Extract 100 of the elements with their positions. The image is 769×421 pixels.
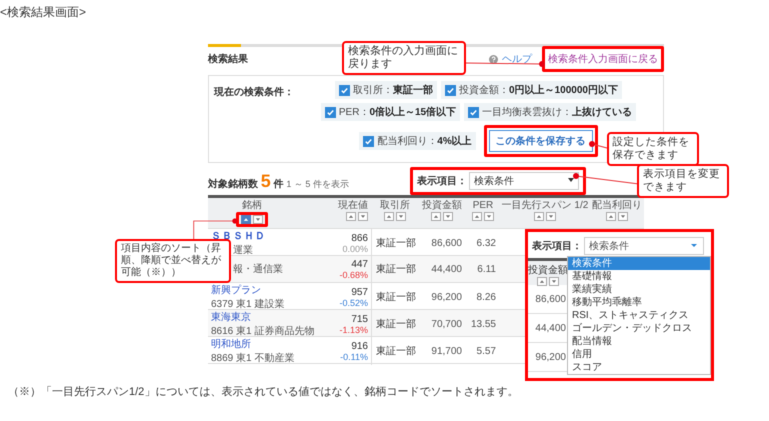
stock-info: 8869 東1 不動産業 bbox=[211, 352, 294, 365]
dropdown-option[interactable]: 配当情報 bbox=[568, 335, 710, 348]
price-change: -0.52% bbox=[339, 298, 368, 308]
checkmark-icon bbox=[446, 86, 456, 94]
sort-ascending-button[interactable] bbox=[346, 212, 356, 221]
table-cell-text: 東証一部 bbox=[376, 318, 416, 331]
display-items-label: 表示項目： bbox=[417, 174, 467, 188]
sort-descending-button[interactable] bbox=[358, 212, 368, 221]
sort-descending-button[interactable] bbox=[443, 212, 453, 221]
help-icon bbox=[489, 54, 498, 64]
sort-descending-button[interactable] bbox=[253, 215, 263, 224]
condition-text: 一目均衡表雲抜け：上抜けている bbox=[482, 106, 632, 119]
price-change: -0.11% bbox=[340, 352, 368, 362]
table-cell-text: 東証一部 bbox=[376, 262, 416, 276]
checkbox[interactable] bbox=[468, 106, 480, 118]
sort-ascending-button[interactable] bbox=[472, 212, 482, 221]
sort-ascending-button[interactable] bbox=[606, 212, 616, 221]
help-link[interactable]: ヘルプ bbox=[502, 52, 532, 66]
table-cell: 96,200 bbox=[431, 292, 462, 302]
dropdown-option[interactable]: ゴールデン・デッドクロス bbox=[568, 322, 710, 335]
stock-name-link[interactable]: 明和地所 bbox=[211, 337, 251, 351]
checkbox[interactable] bbox=[324, 106, 336, 118]
sort-descending-button[interactable] bbox=[396, 212, 406, 221]
stock-info: 運業 bbox=[233, 244, 253, 257]
sort-up-icon bbox=[607, 213, 615, 220]
sort-down-icon bbox=[444, 213, 452, 220]
table-cell: 44,400 bbox=[431, 264, 462, 274]
table-cell: 91,700 bbox=[431, 346, 462, 356]
save-conditions-button[interactable]: この条件を保存する bbox=[488, 130, 593, 152]
sort-ascending-button[interactable] bbox=[384, 212, 394, 221]
callout: 表示項目を変更できます bbox=[637, 164, 729, 198]
table-cell: 44,400 bbox=[535, 322, 566, 334]
table-cell-text: 東証一部 bbox=[376, 236, 416, 250]
back-link[interactable]: 検索条件入力画面に戻る bbox=[548, 52, 658, 66]
sort-up-icon bbox=[535, 213, 543, 220]
sort-down-icon bbox=[254, 216, 262, 223]
footnote: （※）「一目先行スパン1/2」については、表示されている値ではなく、銘柄コードでソートされます。 bbox=[8, 385, 518, 399]
price-change: -1.13% bbox=[339, 324, 368, 334]
table-cell: 70,700 bbox=[431, 318, 462, 330]
sort-up-icon bbox=[473, 213, 481, 220]
column-header: 現在値 bbox=[338, 200, 368, 212]
checkmark-icon bbox=[364, 136, 374, 146]
conditions-label: 現在の検索条件： bbox=[214, 86, 294, 99]
stock-info: 8616 東1 証券商品先物 bbox=[211, 324, 314, 338]
dropdown-option[interactable]: 移動平均乖離率 bbox=[568, 296, 710, 309]
sort-descending-button[interactable] bbox=[549, 277, 559, 286]
sort-descending-button[interactable] bbox=[484, 212, 494, 221]
table-cell: 86,600 bbox=[535, 294, 566, 304]
display-items-select[interactable]: 検索条件 bbox=[584, 237, 704, 255]
page-heading: <検索結果画面> bbox=[0, 4, 86, 21]
stock-info: 6379 東1 建設業 bbox=[211, 298, 284, 311]
price-cell: 916 bbox=[351, 340, 368, 352]
panel-title: 検索結果 bbox=[208, 52, 248, 66]
column-header: 配当利回り bbox=[592, 200, 642, 212]
stock-info: 報・通信業 bbox=[233, 262, 283, 276]
table-cell: 13.55 bbox=[470, 318, 496, 330]
leader-line bbox=[588, 141, 607, 151]
stock-name-link[interactable]: 新興プラン bbox=[211, 283, 261, 297]
sort-up-icon bbox=[432, 213, 440, 220]
table-cell: 96,200 bbox=[535, 352, 566, 362]
table-cell: 8.26 bbox=[476, 292, 496, 302]
condition-text: 配当利回り：4%以上 bbox=[377, 134, 472, 148]
dropdown-option[interactable]: スコア bbox=[568, 361, 710, 374]
checkbox[interactable] bbox=[339, 84, 350, 96]
display-items-select[interactable]: 検索条件 bbox=[469, 172, 579, 190]
price-cell: 447 bbox=[351, 258, 368, 270]
column-header: 投資金額 bbox=[422, 200, 462, 212]
sort-up-icon bbox=[347, 213, 355, 220]
column-header: 投資金額 bbox=[528, 264, 568, 277]
sort-descending-button[interactable] bbox=[546, 212, 556, 221]
column-header: 取引所 bbox=[380, 200, 410, 212]
table-cell-text: 東証一部 bbox=[376, 290, 416, 304]
condition-text: 取引所：東証一部 bbox=[353, 84, 434, 97]
dropdown-option[interactable]: RSI、ストキャスティクス bbox=[568, 309, 710, 322]
sort-down-icon bbox=[485, 213, 493, 220]
sort-down-icon bbox=[359, 213, 367, 220]
column-header: PER bbox=[472, 200, 494, 212]
dropdown-option[interactable]: 業績実績 bbox=[568, 283, 710, 296]
sort-down-icon bbox=[619, 213, 627, 220]
sort-descending-button[interactable] bbox=[618, 212, 628, 221]
checkmark-icon bbox=[340, 86, 350, 94]
checkbox[interactable] bbox=[445, 84, 456, 96]
checkbox[interactable] bbox=[363, 136, 374, 146]
price-change: 0.00% bbox=[342, 244, 368, 254]
condition-text: 投資金額：0円以上～100000円以下 bbox=[459, 84, 618, 97]
sort-up-icon bbox=[242, 216, 250, 223]
sort-up-icon bbox=[385, 213, 393, 220]
dropdown-option[interactable]: 信用 bbox=[568, 348, 710, 361]
sort-ascending-button[interactable] bbox=[537, 277, 547, 286]
sort-ascending-button[interactable] bbox=[241, 215, 251, 224]
dropdown-option[interactable]: 基礎情報 bbox=[568, 270, 710, 283]
dropdown-option[interactable]: 検索条件 bbox=[568, 257, 710, 270]
stock-name-link[interactable]: 東海東京 bbox=[211, 310, 251, 324]
price-cell: 866 bbox=[351, 232, 368, 244]
sort-ascending-button[interactable] bbox=[431, 212, 441, 221]
display-items-label: 表示項目： bbox=[532, 240, 582, 253]
sort-ascending-button[interactable] bbox=[534, 212, 544, 221]
column-header: 銘柄 bbox=[242, 200, 262, 212]
sort-up-icon bbox=[538, 278, 546, 285]
sort-down-icon bbox=[397, 213, 405, 220]
